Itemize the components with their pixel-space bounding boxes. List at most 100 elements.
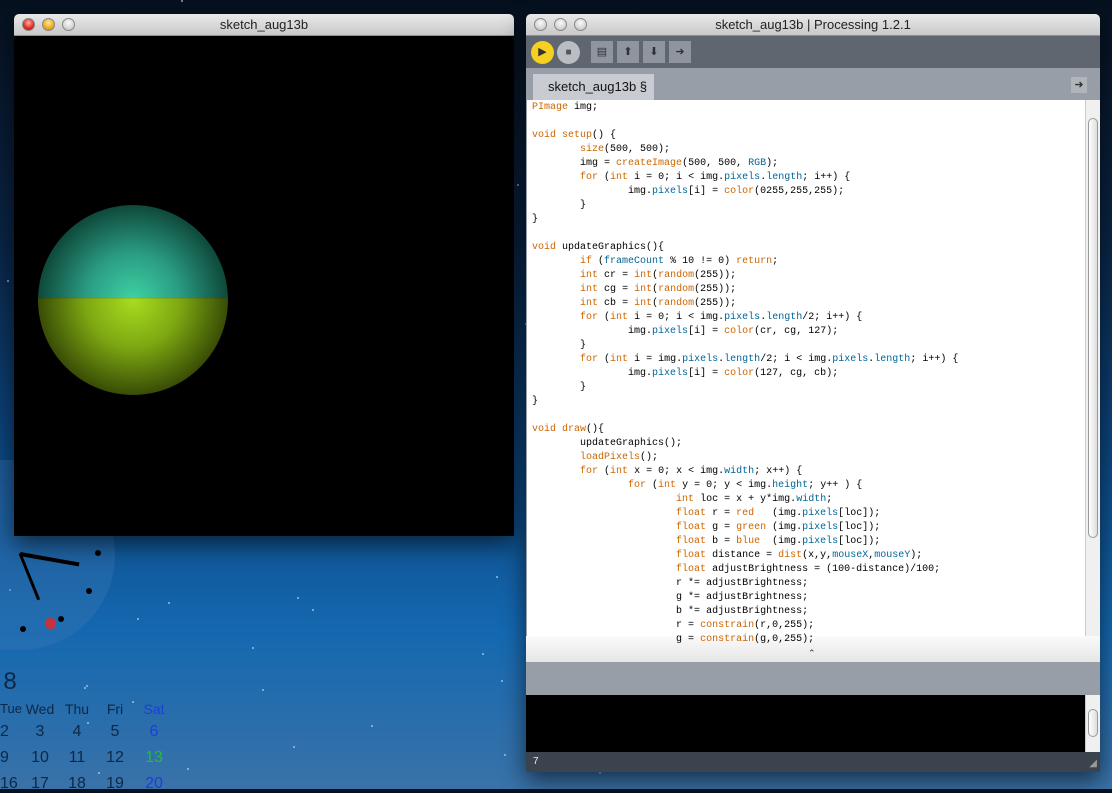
code-line: float distance = dist(x,y,mouseX,mouseY)… xyxy=(676,550,923,561)
export-button[interactable]: ➜ xyxy=(669,41,691,63)
sketch-window: sketch_aug13b xyxy=(14,14,514,536)
star xyxy=(496,576,498,578)
star xyxy=(371,725,373,727)
code-line: if (frameCount % 10 != 0) return; xyxy=(580,256,779,267)
calendar-day[interactable]: 6 xyxy=(136,723,172,741)
close-button[interactable] xyxy=(534,18,547,31)
calendar-day[interactable]: 18 xyxy=(59,775,95,793)
star xyxy=(312,609,314,611)
star xyxy=(86,685,88,687)
arrow-right-icon: ➜ xyxy=(1074,79,1084,91)
star xyxy=(181,0,183,2)
calendar-day[interactable]: 9 xyxy=(0,749,24,767)
code-line: img = createImage(500, 500, RGB); xyxy=(580,158,779,169)
code-line: img.pixels[i] = color(cr, cg, 127); xyxy=(628,326,839,337)
code-line: float r = red (img.pixels[loc]); xyxy=(676,508,881,519)
save-button[interactable]: ⬇ xyxy=(643,41,665,63)
code-line: r = constrain(r,0,255); xyxy=(676,620,815,631)
star xyxy=(98,772,100,774)
code-line: loadPixels(); xyxy=(580,452,659,463)
tab-sketch[interactable]: sketch_aug13b § xyxy=(533,74,654,100)
stop-button[interactable]: ■ xyxy=(557,41,580,64)
tab-bar: sketch_aug13b § ➜ xyxy=(526,68,1100,100)
star xyxy=(501,680,503,682)
clock-dot xyxy=(58,616,64,622)
calendar-day[interactable]: 3 xyxy=(22,723,58,741)
code-line: updateGraphics(); xyxy=(580,438,683,449)
star xyxy=(262,689,264,691)
calendar-month: 8 xyxy=(3,668,17,695)
calendar-day[interactable]: 13 xyxy=(136,749,172,767)
sketch-titlebar[interactable]: sketch_aug13b xyxy=(14,14,514,36)
code-line: } xyxy=(532,396,539,407)
code-line: } xyxy=(532,214,539,225)
arrow-up-icon: ⬆ xyxy=(623,46,633,58)
zoom-button[interactable] xyxy=(62,18,75,31)
calendar-day[interactable]: 5 xyxy=(97,723,133,741)
zoom-button[interactable] xyxy=(574,18,587,31)
scrollbar-thumb[interactable] xyxy=(1088,709,1098,737)
calendar-weekday: Thu xyxy=(64,701,90,717)
star xyxy=(293,746,295,748)
calendar-day[interactable]: 12 xyxy=(97,749,133,767)
open-button[interactable]: ⬆ xyxy=(617,41,639,63)
console[interactable] xyxy=(526,695,1085,752)
code-line: for (int i = 0; i < img.pixels.length/2;… xyxy=(580,312,863,323)
calendar-weekday: Sat xyxy=(143,701,165,717)
star xyxy=(137,618,139,620)
clock-minute-hand xyxy=(18,552,41,601)
code-line: int cb = int(random(255)); xyxy=(580,298,737,309)
run-button[interactable]: ▶ xyxy=(531,41,554,64)
code-line: PImage img; xyxy=(532,102,599,113)
new-button[interactable]: ▤ xyxy=(591,41,613,63)
calendar-day[interactable]: 11 xyxy=(59,749,95,767)
editor-scrollbar[interactable] xyxy=(1085,100,1100,636)
star xyxy=(297,597,299,599)
ide-titlebar[interactable]: sketch_aug13b | Processing 1.2.1 xyxy=(526,14,1100,36)
clock-hour-hand xyxy=(19,552,80,567)
code-editor[interactable]: PImage img; void setup() { size(500, 500)… xyxy=(527,100,1085,645)
resize-grip-icon[interactable]: ◢ xyxy=(1089,754,1097,774)
code-line: r *= adjustBrightness; xyxy=(676,578,809,589)
calendar-day[interactable]: 4 xyxy=(59,723,95,741)
calendar-day[interactable]: 17 xyxy=(22,775,58,793)
star xyxy=(599,772,601,774)
console-scrollbar[interactable] xyxy=(1085,695,1100,752)
scrollbar-thumb[interactable] xyxy=(1088,118,1098,538)
play-icon: ▶ xyxy=(538,46,547,58)
code-line: void updateGraphics(){ xyxy=(532,242,665,253)
code-line: int cg = int(random(255)); xyxy=(580,284,737,295)
code-line: for (int x = 0; x < img.width; x++) { xyxy=(580,466,803,477)
minimize-button[interactable] xyxy=(554,18,567,31)
calendar-day[interactable]: 19 xyxy=(97,775,133,793)
new-file-icon: ▤ xyxy=(596,46,608,58)
caret-up-icon: ⌃ xyxy=(808,648,816,658)
code-line: for (int i = 0; i < img.pixels.length; i… xyxy=(580,172,851,183)
message-area xyxy=(526,662,1100,695)
code-line: void draw(){ xyxy=(532,424,605,435)
star xyxy=(517,184,519,186)
star xyxy=(482,653,484,655)
code-line: void setup() { xyxy=(532,130,617,141)
tab-menu-button[interactable]: ➜ xyxy=(1071,77,1087,93)
sketch-canvas[interactable] xyxy=(14,36,514,536)
calendar-day[interactable]: 16 xyxy=(0,775,24,793)
code-line: } xyxy=(532,382,587,393)
code-line: size(500, 500); xyxy=(580,144,671,155)
calendar-day[interactable]: 20 xyxy=(136,775,172,793)
star xyxy=(84,687,86,689)
arrow-down-icon: ⬇ xyxy=(649,46,659,58)
minimize-button[interactable] xyxy=(42,18,55,31)
code-line: g = constrain(g,0,255); xyxy=(676,634,815,645)
processing-ide-window: sketch_aug13b | Processing 1.2.1 ▶ ■ ▤ ⬆… xyxy=(526,14,1100,772)
stop-icon: ■ xyxy=(565,47,572,58)
star xyxy=(7,280,9,282)
calendar-day[interactable]: 2 xyxy=(0,723,24,741)
code-line: g *= adjustBrightness; xyxy=(676,592,809,603)
close-button[interactable] xyxy=(22,18,35,31)
calendar-day[interactable]: 10 xyxy=(22,749,58,767)
code-line: for (int i = img.pixels.length/2; i < im… xyxy=(580,354,959,365)
calendar-weekday: Wed xyxy=(25,701,55,717)
